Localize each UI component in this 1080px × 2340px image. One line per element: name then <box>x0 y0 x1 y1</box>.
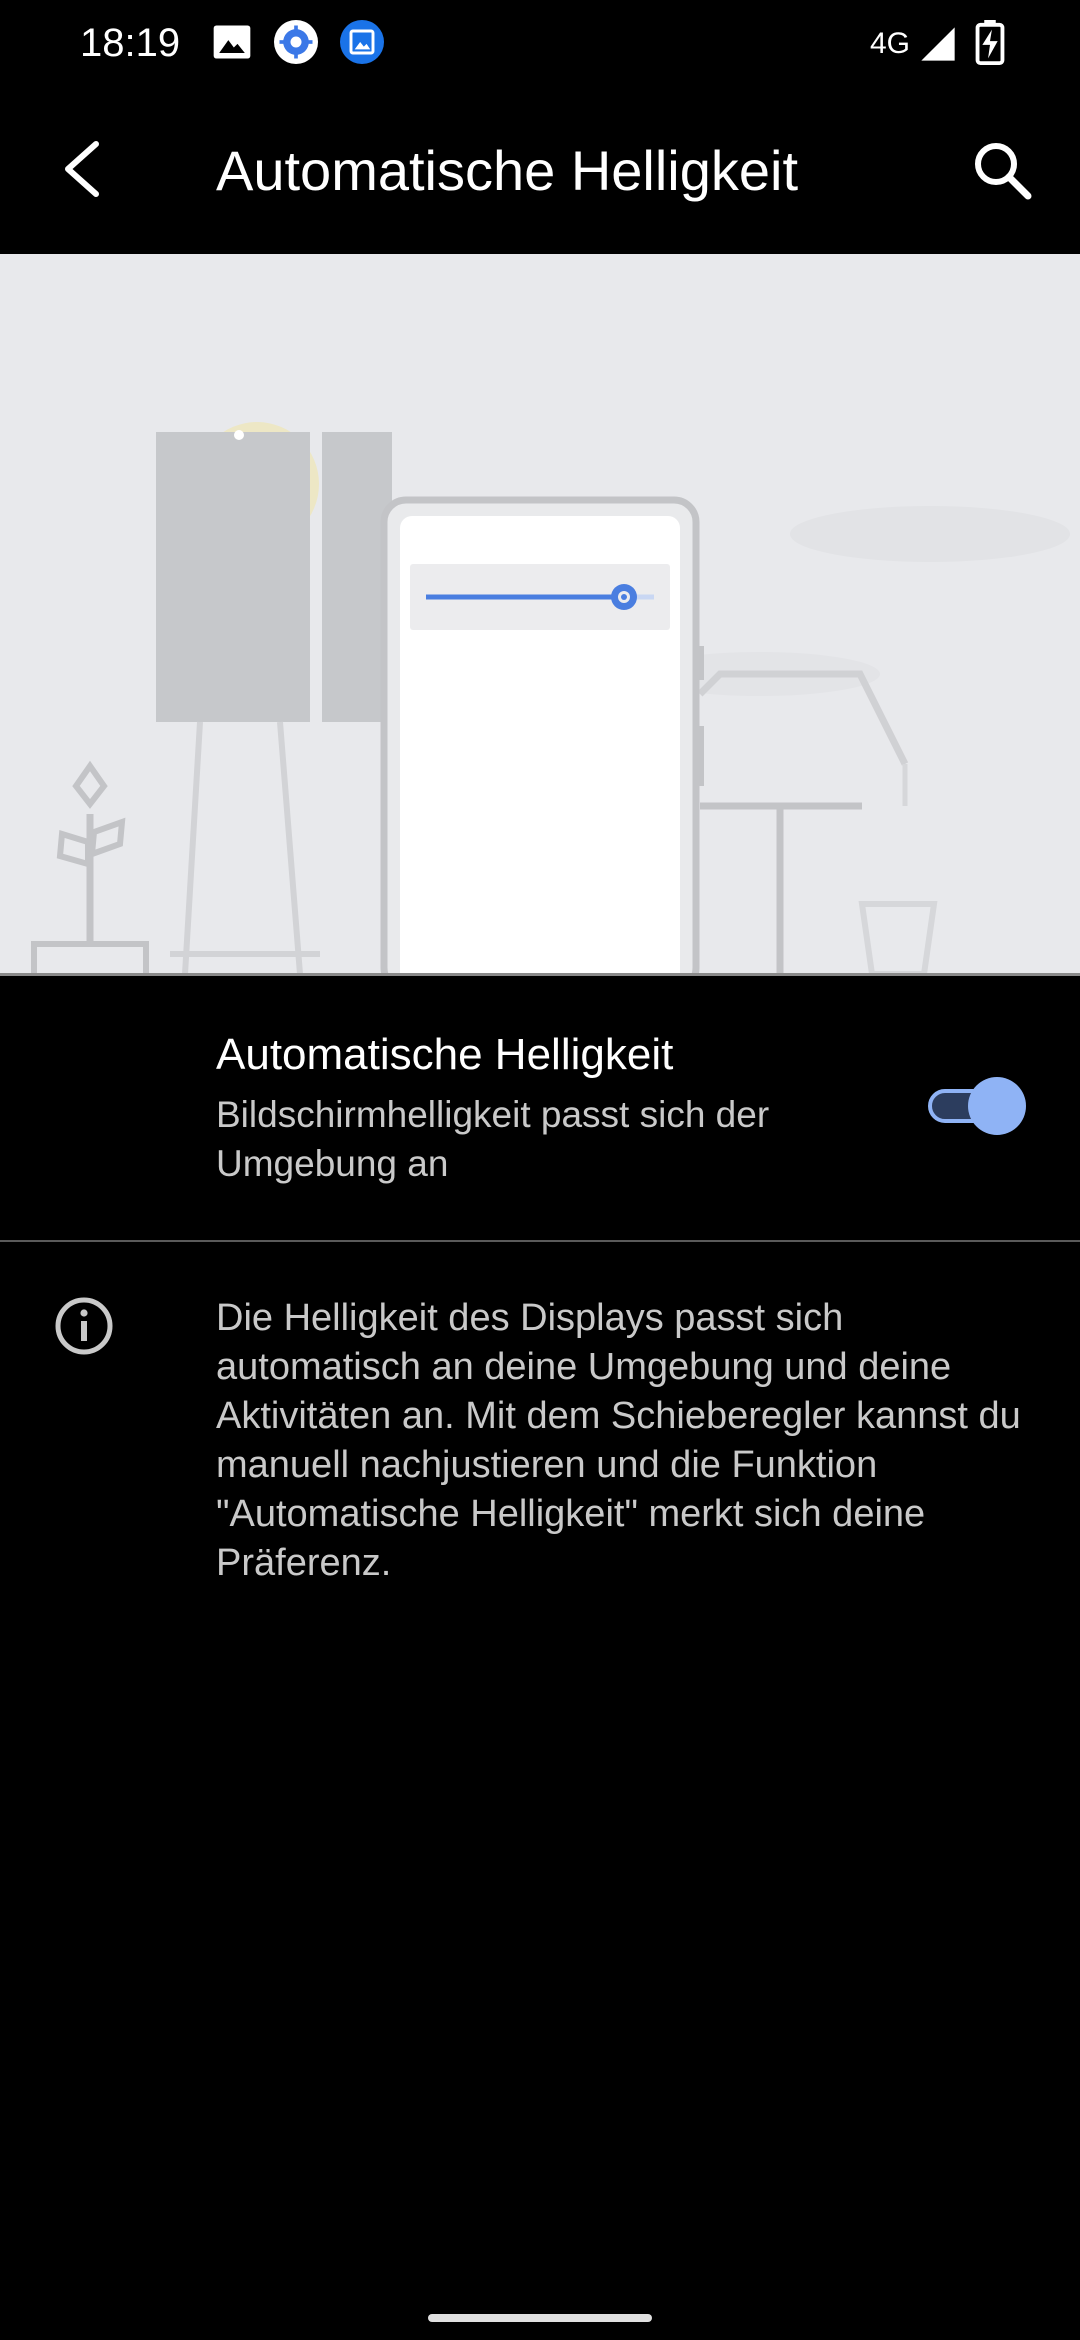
settings-gear-icon <box>274 20 318 64</box>
setting-summary: Bildschirmhelligkeit passt sich der Umge… <box>216 1094 770 1184</box>
image-icon <box>213 25 251 59</box>
info-icon <box>55 1297 113 1355</box>
search-icon <box>975 143 1032 200</box>
status-time: 18:19 <box>80 21 181 65</box>
network-type: 4G <box>870 27 911 60</box>
search-button[interactable] <box>968 136 1038 206</box>
info-description: Die Helligkeit des Displays passt sich a… <box>216 1297 1021 1584</box>
settings-screen: 18:19 4G Automatische Helligkeit Automat… <box>0 0 1080 2340</box>
brightness-illustration <box>0 254 1080 974</box>
app-toolbar: Automatische Helligkeit <box>0 86 1080 254</box>
auto-brightness-setting-row[interactable]: Automatische Helligkeit Bildschirmhellig… <box>0 976 1080 1240</box>
page-title: Automatische Helligkeit <box>216 139 799 202</box>
auto-brightness-toggle[interactable] <box>924 1076 1026 1136</box>
battery-charging-icon <box>975 20 1005 66</box>
setting-title: Automatische Helligkeit <box>216 1030 674 1079</box>
status-bar: 18:19 4G <box>0 0 1080 86</box>
gallery-icon <box>340 20 384 64</box>
toggle-thumb <box>968 1077 1026 1135</box>
section-divider <box>0 1240 1080 1242</box>
illustration-graphic <box>31 422 1070 974</box>
gesture-nav-handle[interactable] <box>428 2314 652 2322</box>
back-button[interactable] <box>44 124 124 214</box>
signal-icon <box>921 27 955 61</box>
back-arrow-icon <box>65 141 99 197</box>
